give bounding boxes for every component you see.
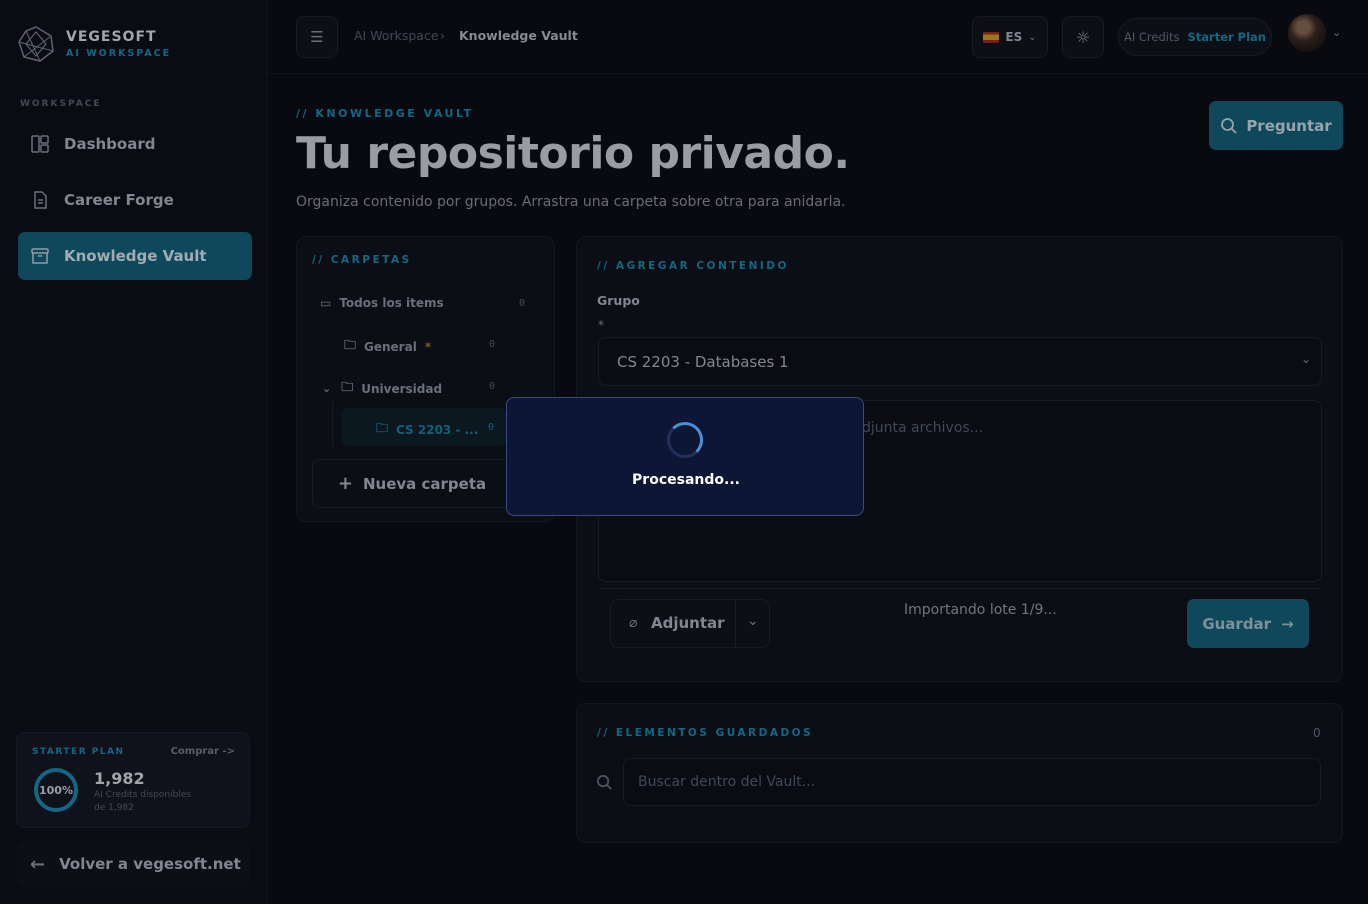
loading-spinner-icon [667, 422, 703, 458]
processing-modal: Procesando... [506, 397, 864, 516]
processing-text: Procesando... [632, 472, 740, 488]
